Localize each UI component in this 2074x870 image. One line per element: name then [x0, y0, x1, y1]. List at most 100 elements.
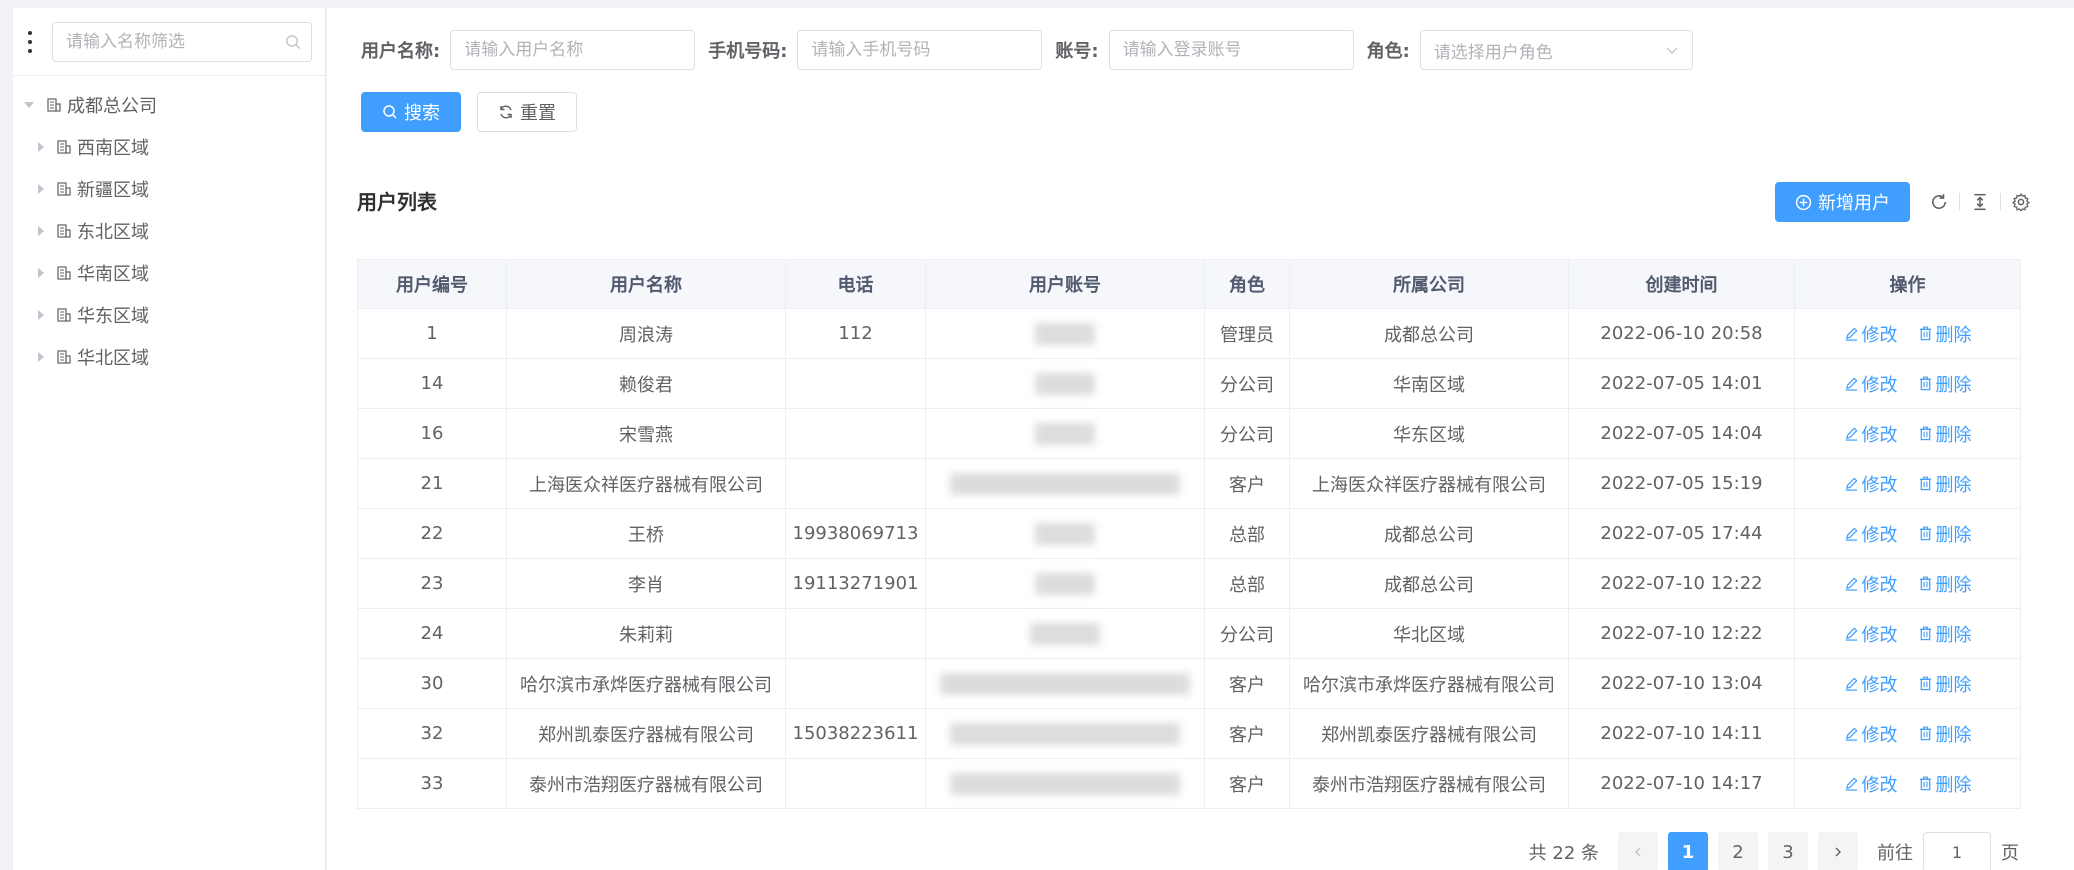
delete-link[interactable]: 删除 [1918, 771, 1972, 797]
edit-link[interactable]: 修改 [1844, 721, 1898, 747]
search-icon[interactable] [285, 34, 301, 50]
reset-button[interactable]: 重置 [477, 92, 577, 132]
edit-label: 修改 [1861, 574, 1898, 596]
trash-icon [1919, 326, 1931, 341]
delete-link[interactable]: 删除 [1918, 571, 1972, 597]
column-header[interactable]: 用户账号 [925, 259, 1205, 309]
delete-label: 删除 [1935, 324, 1972, 346]
add-user-button[interactable]: 新增用户 [1775, 182, 1910, 222]
edit-label: 修改 [1861, 624, 1898, 646]
cell-created-time: 2022-07-10 12:22 [1568, 608, 1795, 659]
tree-node-northeast[interactable]: 东北区域 [13, 210, 325, 252]
pagination-total: 共 22 条 [1528, 843, 1599, 864]
cell-user-id: 30 [357, 658, 507, 709]
edit-label: 修改 [1861, 424, 1898, 446]
role-select[interactable]: 请选择用户角色 [1419, 30, 1693, 70]
delete-link[interactable]: 删除 [1918, 371, 1972, 397]
table-row: 30 哈尔滨市承烨医疗器械有限公司 客户 哈尔滨市承烨医疗器械有限公司 2022-07-… [357, 658, 2021, 709]
edit-link[interactable]: 修改 [1844, 771, 1898, 797]
phone-input[interactable] [811, 40, 1029, 60]
page-button-2[interactable]: 2 [1718, 832, 1758, 870]
trash-icon [1919, 776, 1931, 791]
goto-label: 前往 [1877, 843, 1913, 864]
search-button[interactable]: 搜索 [361, 92, 461, 132]
cell-account-redacted [925, 358, 1205, 409]
edit-link[interactable]: 修改 [1844, 471, 1898, 497]
list-title: 用户列表 [357, 190, 437, 214]
prev-page-button[interactable] [1618, 832, 1658, 870]
cell-created-time: 2022-07-10 12:22 [1568, 558, 1795, 609]
redacted-block [1035, 372, 1095, 395]
refresh-icon[interactable] [1928, 191, 1950, 213]
caret-right-icon[interactable] [38, 352, 44, 362]
caret-right-icon[interactable] [38, 226, 44, 236]
delete-link[interactable]: 删除 [1918, 621, 1972, 647]
cell-actions: 修改 删除 [1794, 408, 2021, 459]
edit-link[interactable]: 修改 [1844, 621, 1898, 647]
delete-link[interactable]: 删除 [1918, 321, 1972, 347]
account-field-box [1108, 30, 1354, 70]
caret-right-icon[interactable] [38, 142, 44, 152]
page-button-3[interactable]: 3 [1768, 832, 1808, 870]
column-height-icon[interactable] [1969, 191, 1991, 213]
caret-right-icon[interactable] [38, 184, 44, 194]
tree-node-north[interactable]: 华北区域 [13, 336, 325, 378]
column-header[interactable]: 角色 [1204, 259, 1290, 309]
tree-filter-input[interactable] [66, 31, 285, 52]
settings-icon[interactable] [2010, 191, 2032, 213]
caret-right-icon[interactable] [38, 268, 44, 278]
tree-node-south[interactable]: 华南区域 [13, 252, 325, 294]
column-header[interactable]: 所属公司 [1289, 259, 1569, 309]
goto-page-input[interactable]: 1 [1923, 832, 1991, 870]
page-button-1[interactable]: 1 [1668, 832, 1708, 870]
role-select-placeholder: 请选择用户角色 [1433, 42, 1553, 63]
delete-link[interactable]: 删除 [1918, 471, 1972, 497]
cell-user-name: 上海医众祥医疗器械有限公司 [506, 458, 786, 509]
tree-node-root[interactable]: 成都总公司 [13, 84, 325, 126]
cell-role: 客户 [1204, 658, 1290, 709]
edit-link[interactable]: 修改 [1844, 371, 1898, 397]
cell-created-time: 2022-07-05 15:19 [1568, 458, 1795, 509]
cell-role: 客户 [1204, 758, 1290, 809]
column-header[interactable]: 用户编号 [357, 259, 507, 309]
column-header[interactable]: 用户名称 [506, 259, 786, 309]
tree-filter-box [52, 21, 312, 62]
cell-company: 成都总公司 [1289, 558, 1569, 609]
column-header[interactable]: 操作 [1794, 259, 2021, 309]
delete-link[interactable]: 删除 [1918, 421, 1972, 447]
account-input[interactable] [1122, 40, 1340, 60]
more-vertical-icon[interactable] [27, 30, 33, 53]
tree-node-east[interactable]: 华东区域 [13, 294, 325, 336]
caret-right-icon[interactable] [38, 310, 44, 320]
cell-account-redacted [925, 308, 1205, 359]
edit-icon [1845, 777, 1858, 791]
cell-user-name: 郑州凯泰医疗器械有限公司 [506, 708, 786, 759]
edit-link[interactable]: 修改 [1844, 421, 1898, 447]
tree-node-xinjiang[interactable]: 新疆区域 [13, 168, 325, 210]
next-page-button[interactable] [1818, 832, 1858, 870]
cell-created-time: 2022-07-05 14:04 [1568, 408, 1795, 459]
edit-link[interactable]: 修改 [1844, 321, 1898, 347]
column-header[interactable]: 创建时间 [1568, 259, 1795, 309]
username-input[interactable] [464, 40, 682, 60]
column-header[interactable]: 电话 [785, 259, 926, 309]
cell-actions: 修改 删除 [1794, 708, 2021, 759]
tree-node-southwest[interactable]: 西南区域 [13, 126, 325, 168]
caret-down-icon[interactable] [24, 102, 34, 108]
table-header-row: 用户编号 用户名称 电话 用户账号 角色 所属公司 创建时间 操作 [357, 259, 2021, 309]
delete-link[interactable]: 删除 [1918, 671, 1972, 697]
cell-company: 上海医众祥医疗器械有限公司 [1289, 458, 1569, 509]
edit-link[interactable]: 修改 [1844, 521, 1898, 547]
plus-circle-icon [1795, 194, 1812, 210]
cell-phone [785, 358, 926, 409]
cell-user-name: 赖俊君 [506, 358, 786, 409]
building-icon [57, 350, 71, 364]
delete-link[interactable]: 删除 [1918, 521, 1972, 547]
edit-link[interactable]: 修改 [1844, 671, 1898, 697]
cell-user-id: 21 [357, 458, 507, 509]
cell-user-name: 朱莉莉 [506, 608, 786, 659]
delete-link[interactable]: 删除 [1918, 721, 1972, 747]
edit-link[interactable]: 修改 [1844, 571, 1898, 597]
trash-icon [1919, 476, 1931, 491]
cell-account-redacted [925, 658, 1205, 709]
